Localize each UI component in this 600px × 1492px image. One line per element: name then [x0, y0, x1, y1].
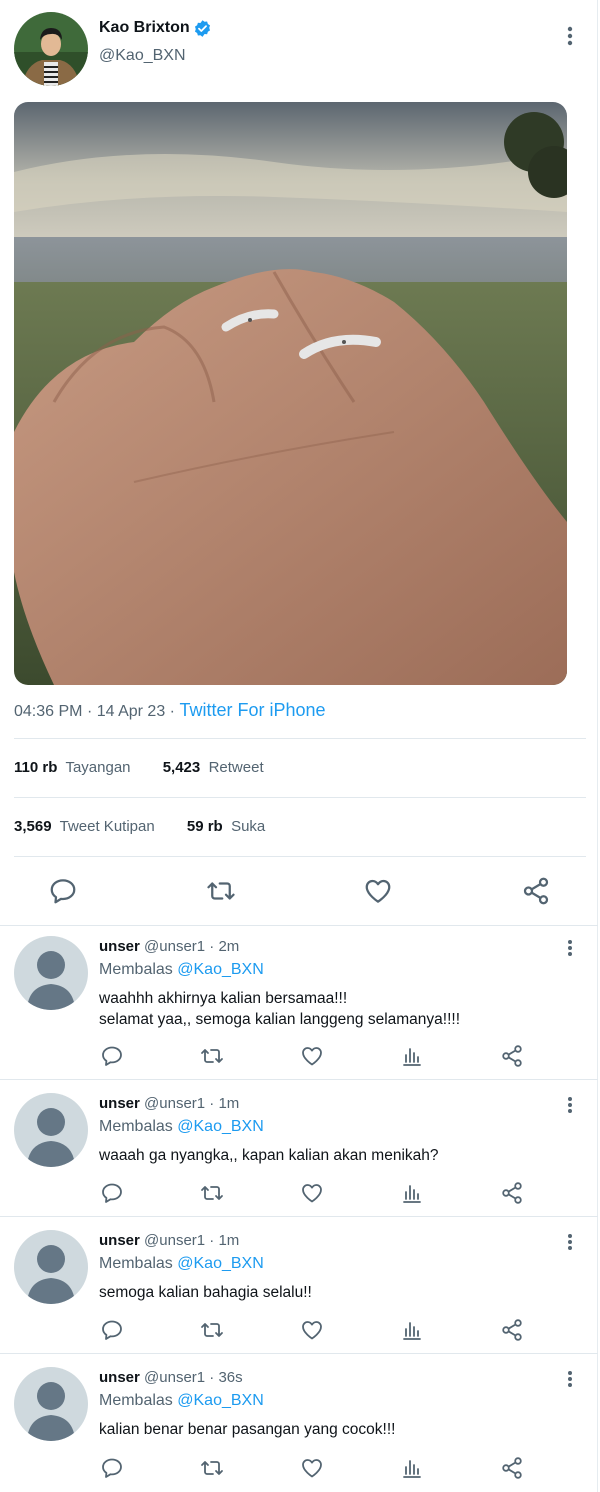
more-options-icon[interactable]	[564, 24, 576, 48]
reply-avatar[interactable]	[14, 1367, 88, 1441]
retweet-icon[interactable]	[200, 1318, 224, 1342]
share-icon[interactable]	[500, 1456, 524, 1480]
reply-icon[interactable]	[48, 876, 78, 906]
verified-badge-icon	[194, 20, 211, 37]
mention-link[interactable]: @Kao_BXN	[177, 1392, 264, 1409]
like-icon[interactable]	[363, 876, 393, 906]
reply-text: waahhh akhirnya kalian bersamaa!!!	[99, 990, 348, 1007]
reply-text: semoga kalian bahagia selalu!!	[99, 1284, 312, 1301]
reply-time[interactable]: 36s	[218, 1369, 242, 1386]
author-name[interactable]: Kao Brixton	[99, 19, 190, 37]
like-icon[interactable]	[300, 1318, 324, 1342]
share-icon[interactable]	[500, 1044, 524, 1068]
tweet-timestamp-line: 04:36 PM · 14 Apr 23 · Twitter For iPhon…	[14, 700, 326, 721]
tweet-header: Kao Brixton @Kao_BXN	[14, 12, 586, 86]
tweet-date[interactable]: 14 Apr 23	[97, 703, 166, 720]
reply-author-name[interactable]: unser	[99, 1369, 140, 1386]
mention-link[interactable]: @Kao_BXN	[177, 961, 264, 978]
retweet-icon[interactable]	[200, 1044, 224, 1068]
more-options-icon[interactable]	[564, 938, 576, 958]
more-options-icon[interactable]	[564, 1095, 576, 1115]
reply-avatar[interactable]	[14, 1230, 88, 1304]
reply-meta: unser @unser1 · 36s	[99, 1369, 243, 1386]
retweet-icon[interactable]	[200, 1181, 224, 1205]
reply-meta: unser @unser1 · 1m	[99, 1232, 240, 1249]
retweet-icon[interactable]	[206, 876, 236, 906]
author-handle[interactable]: @Kao_BXN	[99, 47, 186, 65]
reply-time[interactable]: 2m	[218, 938, 239, 955]
meta-separator: ·	[169, 703, 175, 720]
reply-author-name[interactable]: unser	[99, 1232, 140, 1249]
meta-separator: ·	[86, 703, 93, 720]
tweet-photo[interactable]	[14, 102, 567, 685]
reply-icon[interactable]	[100, 1044, 124, 1068]
reply-item[interactable]: unser @unser1 · 2m Membalas @Kao_BXN waa…	[0, 926, 598, 1067]
reply-avatar[interactable]	[14, 936, 88, 1010]
reply-actions	[0, 1181, 598, 1205]
reply-icon[interactable]	[100, 1181, 124, 1205]
views-icon[interactable]	[400, 1044, 424, 1068]
reply-item[interactable]: unser @unser1 · 36s Membalas @Kao_BXN ka…	[0, 1357, 598, 1492]
divider	[14, 738, 586, 739]
mention-link[interactable]: @Kao_BXN	[177, 1118, 264, 1135]
divider	[14, 856, 586, 857]
retweet-icon[interactable]	[200, 1456, 224, 1480]
divider	[0, 1216, 598, 1217]
share-icon[interactable]	[521, 876, 551, 906]
reply-actions	[0, 1456, 598, 1480]
views-stat[interactable]: 110 rb Tayangan	[14, 759, 131, 776]
quotes-stat[interactable]: 3,569 Tweet Kutipan	[14, 818, 155, 835]
tweet-detail-page: Kao Brixton @Kao_BXN 04:36 PM · 14 Apr 2…	[0, 0, 600, 1492]
reply-meta: unser @unser1 · 2m	[99, 938, 240, 955]
like-icon[interactable]	[300, 1181, 324, 1205]
reply-text: selamat yaa,, semoga kalian langgeng sel…	[99, 1011, 461, 1028]
views-icon[interactable]	[400, 1318, 424, 1342]
reply-author-handle[interactable]: @unser1	[144, 938, 205, 955]
reply-actions	[0, 1044, 598, 1068]
reply-author-handle[interactable]: @unser1	[144, 1232, 205, 1249]
reply-author-handle[interactable]: @unser1	[144, 1369, 205, 1386]
divider	[14, 797, 586, 798]
reply-time[interactable]: 1m	[218, 1095, 239, 1112]
reply-text: waaah ga nyangka,, kapan kalian akan men…	[99, 1147, 439, 1164]
reply-item[interactable]: unser @unser1 · 1m Membalas @Kao_BXN sem…	[0, 1220, 598, 1357]
like-icon[interactable]	[300, 1044, 324, 1068]
reply-author-name[interactable]: unser	[99, 1095, 140, 1112]
reply-icon[interactable]	[100, 1456, 124, 1480]
retweets-stat[interactable]: 5,423 Retweet	[163, 759, 264, 776]
divider	[0, 1079, 598, 1080]
stats-row-quotes-likes: 3,569 Tweet Kutipan 59 rb Suka	[14, 818, 265, 835]
mention-link[interactable]: @Kao_BXN	[177, 1255, 264, 1272]
tweet-action-bar	[0, 866, 598, 916]
reply-actions	[0, 1318, 598, 1342]
views-icon[interactable]	[400, 1181, 424, 1205]
more-options-icon[interactable]	[564, 1232, 576, 1252]
reply-author-name[interactable]: unser	[99, 938, 140, 955]
reply-text: kalian benar benar pasangan yang cocok!!…	[99, 1421, 396, 1438]
reply-meta: unser @unser1 · 1m	[99, 1095, 240, 1112]
reply-avatar[interactable]	[14, 1093, 88, 1167]
reply-author-handle[interactable]: @unser1	[144, 1095, 205, 1112]
replying-to: Membalas @Kao_BXN	[99, 1118, 264, 1135]
replying-to: Membalas @Kao_BXN	[99, 1392, 264, 1409]
stats-row-views-retweets: 110 rb Tayangan 5,423 Retweet	[14, 759, 264, 776]
reply-time[interactable]: 1m	[218, 1232, 239, 1249]
divider	[0, 1353, 598, 1354]
replying-to: Membalas @Kao_BXN	[99, 1255, 264, 1272]
reply-item[interactable]: unser @unser1 · 1m Membalas @Kao_BXN waa…	[0, 1083, 598, 1220]
author-avatar[interactable]	[14, 12, 88, 86]
like-icon[interactable]	[300, 1456, 324, 1480]
reply-icon[interactable]	[100, 1318, 124, 1342]
replying-to: Membalas @Kao_BXN	[99, 961, 264, 978]
more-options-icon[interactable]	[564, 1369, 576, 1389]
likes-stat[interactable]: 59 rb Suka	[187, 818, 265, 835]
share-icon[interactable]	[500, 1181, 524, 1205]
tweet-source-link[interactable]: Twitter For iPhone	[179, 700, 325, 720]
share-icon[interactable]	[500, 1318, 524, 1342]
views-icon[interactable]	[400, 1456, 424, 1480]
tweet-time[interactable]: 04:36 PM	[14, 703, 82, 720]
